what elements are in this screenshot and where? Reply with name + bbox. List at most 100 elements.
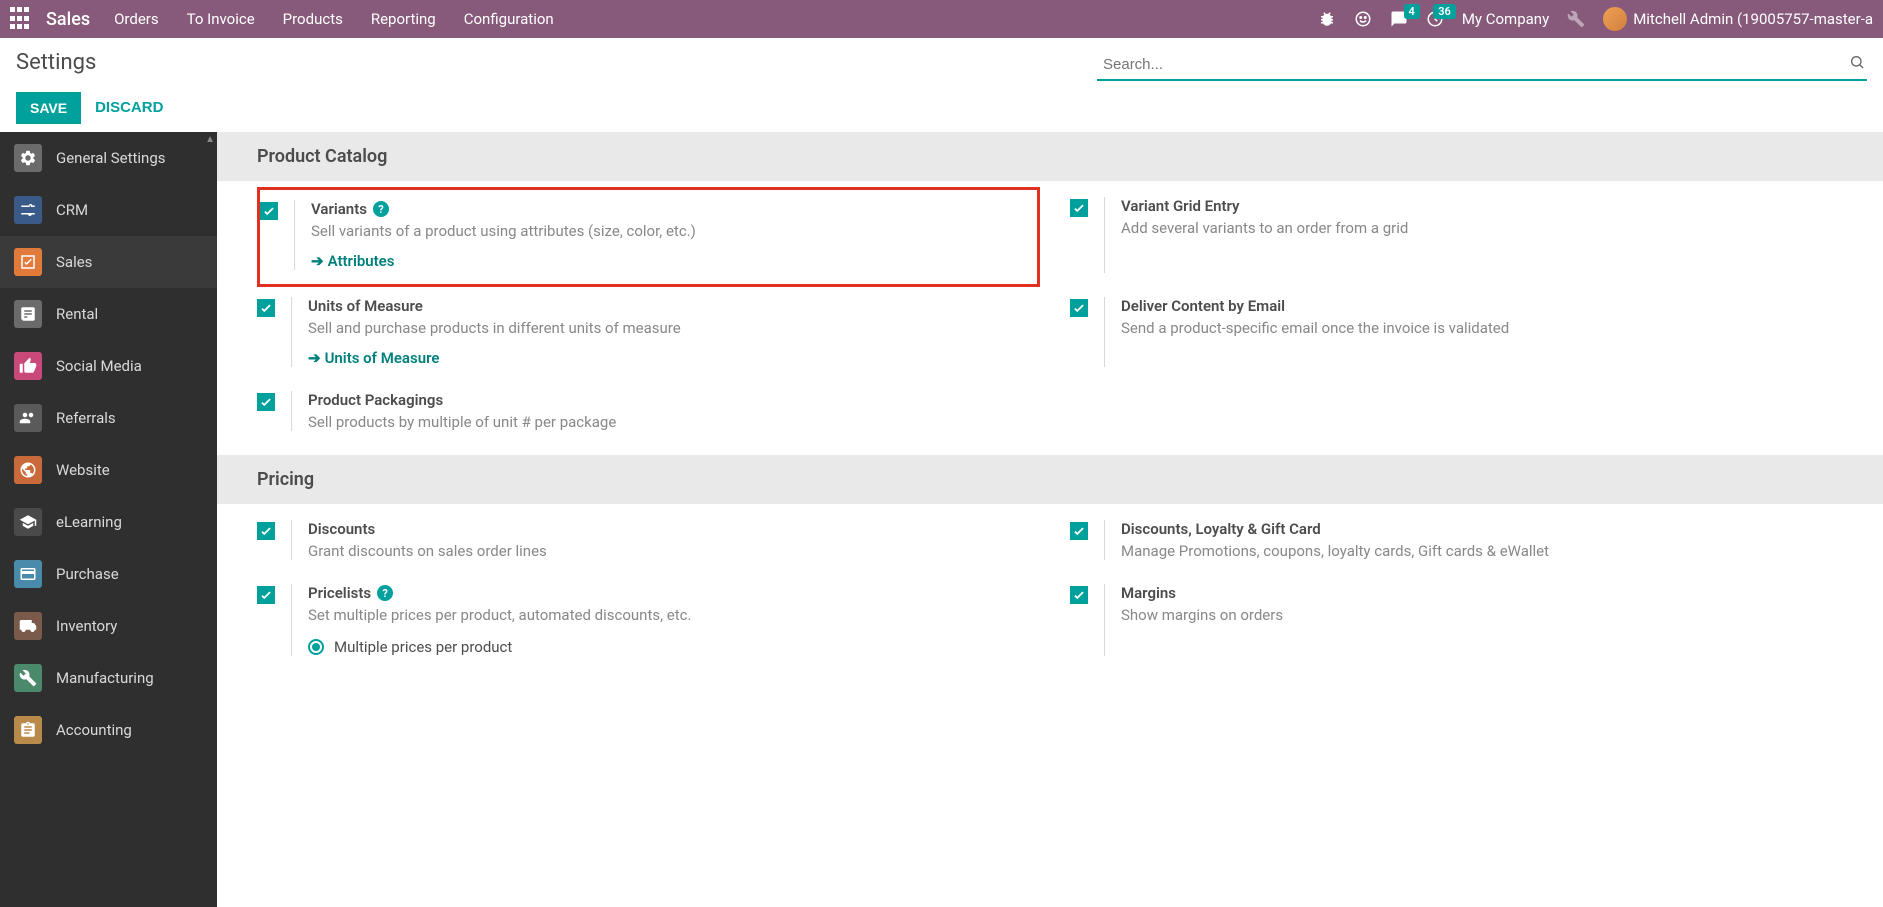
radio-label: Multiple prices per product [334,638,512,656]
setting-title: Pricelists [308,584,371,602]
nav-to-invoice[interactable]: To Invoice [187,10,255,28]
nav-reporting[interactable]: Reporting [371,10,436,28]
arrow-right-icon: ➔ [308,349,321,367]
sidebar-icon [14,716,42,744]
sidebar-item-website[interactable]: Website [0,444,217,496]
setting-margins: Margins Show margins on orders [1070,584,1843,656]
sidebar-label: Purchase [56,565,119,583]
sidebar-label: Manufacturing [56,669,154,687]
setting-pricelists: Pricelists ? Set multiple prices per pro… [257,584,1030,656]
sidebar-icon [14,404,42,432]
sidebar-item-social-media[interactable]: Social Media [0,340,217,392]
sidebar-icon [14,300,42,328]
save-button[interactable]: SAVE [16,92,81,124]
link-uom[interactable]: ➔ Units of Measure [308,349,1030,367]
sidebar-icon [14,560,42,588]
sidebar-item-referrals[interactable]: Referrals [0,392,217,444]
setting-title: Deliver Content by Email [1121,297,1285,315]
company-selector[interactable]: My Company [1462,10,1549,28]
messages-icon[interactable]: 4 [1390,10,1408,28]
page-title: Settings [16,50,169,75]
checkbox-margins[interactable] [1070,586,1088,604]
checkbox-loyalty[interactable] [1070,522,1088,540]
checkbox-packagings[interactable] [257,393,275,411]
setting-title: Variants [311,200,367,218]
discard-button[interactable]: DISCARD [89,91,169,124]
sidebar-icon [14,196,42,224]
bug-icon[interactable] [1318,10,1336,28]
setting-title: Margins [1121,584,1176,602]
setting-discounts: Discounts Grant discounts on sales order… [257,520,1030,560]
top-nav: Orders To Invoice Products Reporting Con… [114,10,554,28]
sidebar-item-rental[interactable]: Rental [0,288,217,340]
help-icon[interactable]: ? [373,201,389,217]
setting-loyalty: Discounts, Loyalty & Gift Card Manage Pr… [1070,520,1843,560]
control-panel: Settings SAVE DISCARD [0,38,1883,132]
messages-badge: 4 [1404,4,1420,19]
setting-title: Units of Measure [308,297,423,315]
user-name: Mitchell Admin (19005757-master-a [1633,10,1873,28]
setting-title: Discounts [308,520,375,538]
setting-title: Variant Grid Entry [1121,197,1240,215]
activities-badge: 36 [1433,4,1456,19]
sidebar-item-sales[interactable]: Sales [0,236,217,288]
setting-uom: Units of Measure Sell and purchase produ… [257,297,1030,367]
sidebar-item-elearning[interactable]: eLearning [0,496,217,548]
nav-products[interactable]: Products [283,10,343,28]
checkbox-uom[interactable] [257,299,275,317]
setting-desc: Grant discounts on sales order lines [308,542,1030,560]
sidebar-icon [14,508,42,536]
sidebar-icon [14,144,42,172]
help-icon[interactable]: ? [377,585,393,601]
setting-desc: Sell products by multiple of unit # per … [308,413,1030,431]
sidebar-item-inventory[interactable]: Inventory [0,600,217,652]
tools-icon[interactable] [1567,10,1585,28]
nav-configuration[interactable]: Configuration [464,10,554,28]
sidebar-label: Accounting [56,721,132,739]
sidebar-item-general-settings[interactable]: General Settings [0,132,217,184]
sidebar-item-purchase[interactable]: Purchase [0,548,217,600]
search-input[interactable] [1097,50,1867,81]
sidebar-item-crm[interactable]: CRM [0,184,217,236]
sidebar-label: CRM [56,201,88,219]
sidebar-label: Referrals [56,409,116,427]
module-brand[interactable]: Sales [46,9,90,30]
user-menu[interactable]: Mitchell Admin (19005757-master-a [1603,7,1873,31]
setting-desc: Add several variants to an order from a … [1121,219,1843,237]
sidebar-label: Sales [56,253,92,271]
checkbox-variant-grid[interactable] [1070,199,1088,217]
sidebar-item-manufacturing[interactable]: Manufacturing [0,652,217,704]
link-attributes[interactable]: ➔ Attributes [311,252,1027,270]
avatar [1603,7,1627,31]
setting-variants: Variants ? Sell variants of a product us… [257,187,1040,287]
apps-icon[interactable] [10,7,34,31]
nav-orders[interactable]: Orders [114,10,159,28]
search-icon[interactable] [1849,54,1865,70]
sidebar-icon [14,352,42,380]
setting-desc: Send a product-specific email once the i… [1121,319,1843,337]
sidebar-icon [14,612,42,640]
sidebar-item-accounting[interactable]: Accounting [0,704,217,756]
sidebar-label: Website [56,461,110,479]
settings-content: Product Catalog Variants ? Sell variants… [217,132,1883,907]
setting-title: Product Packagings [308,391,443,409]
section-pricing: Pricing [217,455,1883,504]
support-icon[interactable] [1354,10,1372,28]
sidebar-label: Social Media [56,357,142,375]
sidebar-icon [14,664,42,692]
topbar: Sales Orders To Invoice Products Reporti… [0,0,1883,38]
setting-title: Discounts, Loyalty & Gift Card [1121,520,1321,538]
checkbox-variants[interactable] [260,202,278,220]
activities-icon[interactable]: 36 [1426,10,1444,28]
setting-desc: Manage Promotions, coupons, loyalty card… [1121,542,1843,560]
checkbox-discounts[interactable] [257,522,275,540]
setting-desc: Set multiple prices per product, automat… [308,606,1030,624]
radio-multiple-prices[interactable] [308,639,324,655]
setting-deliver-email: Deliver Content by Email Send a product-… [1070,297,1843,367]
setting-desc: Sell variants of a product using attribu… [311,222,1027,240]
section-product-catalog: Product Catalog [217,132,1883,181]
checkbox-pricelists[interactable] [257,586,275,604]
checkbox-deliver-email[interactable] [1070,299,1088,317]
sidebar-label: General Settings [56,149,166,167]
scroll-up-icon[interactable]: ▲ [205,134,215,145]
